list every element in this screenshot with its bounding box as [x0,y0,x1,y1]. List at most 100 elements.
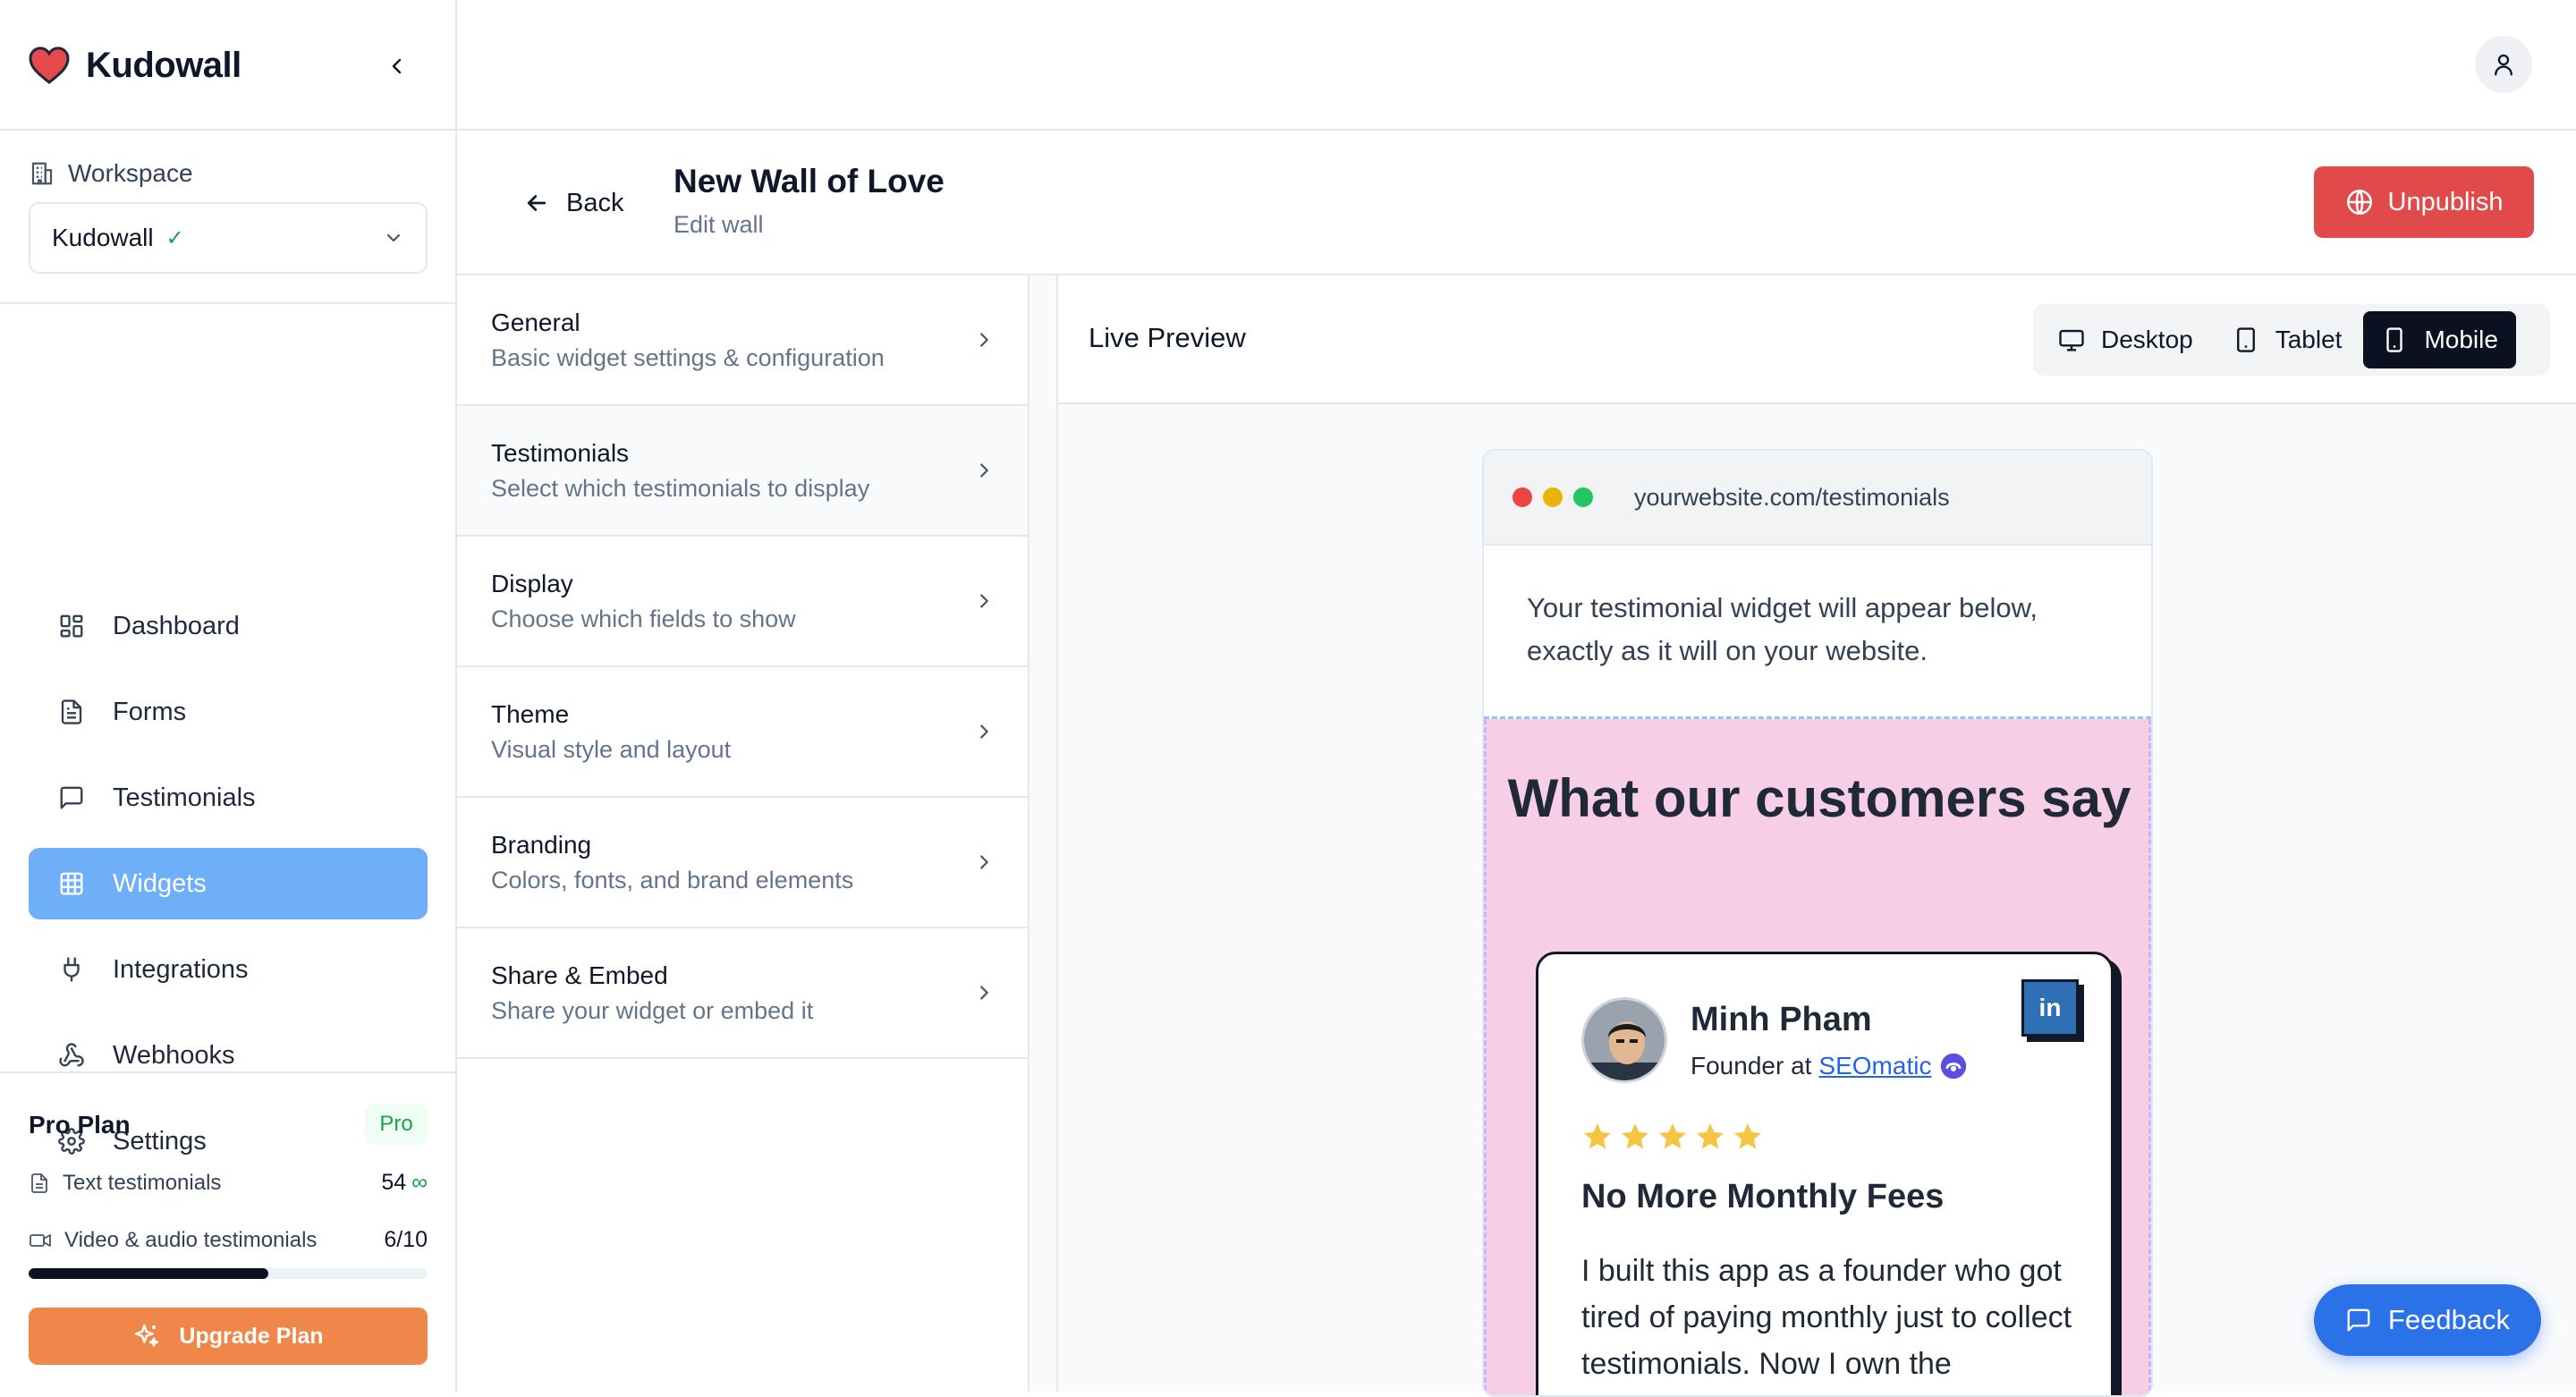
page-title: New Wall of Love [674,163,945,199]
settings-item-general[interactable]: General Basic widget settings & configura… [457,275,1028,406]
settings-item-title: Testimonials [491,438,630,467]
chevron-right-icon [974,591,994,611]
file-text-icon [29,1173,50,1194]
preview-note: Your testimonial widget will appear belo… [1484,546,2151,719]
company-logo-icon [1938,1051,1969,1081]
sidebar: Kudowall Workspace Kudowall ✓ Dashboard [0,0,457,1392]
plan-badge: Pro [365,1104,428,1145]
settings-item-title: Theme [491,699,570,728]
testimonial-body: I built this app as a founder who got ti… [1581,1254,2072,1381]
plug-icon [57,955,86,984]
chevron-down-icon [383,227,404,249]
star-icon [1697,1123,1724,1149]
chevron-right-icon [974,722,994,741]
star-icon [1734,1123,1761,1149]
upgrade-plan-button[interactable]: Upgrade Plan [29,1308,428,1365]
window-maximize-dot [1573,487,1593,507]
video-usage-progress-fill [29,1268,268,1279]
plan-title: Pro Plan [29,1111,131,1139]
live-preview-header: Live Preview Desktop Tablet Mobile [1058,275,2576,404]
usage-video-value: 6/10 [384,1227,428,1252]
linkedin-icon[interactable]: in [2021,979,2079,1037]
heart-logo-icon [29,47,70,84]
video-icon [29,1230,52,1251]
chevron-right-icon [974,983,994,1003]
chevron-right-icon [974,461,994,480]
monitor-icon [2058,326,2085,353]
settings-item-share-embed[interactable]: Share & Embed Share your widget or embed … [457,928,1028,1059]
settings-item-description: Share your widget or embed it [491,996,814,1024]
smartphone-icon [2381,326,2408,353]
device-mobile-button[interactable]: Mobile [2363,311,2516,368]
settings-item-description: Colors, fonts, and brand elements [491,866,854,893]
message-square-icon [57,783,86,812]
page-subtitle: Edit wall [674,211,764,238]
workspace-label: Workspace [29,159,193,188]
verified-check-icon: ✓ [165,225,184,250]
arrow-left-icon [523,190,550,216]
building-icon [29,160,55,187]
author-role: Founder at SEOmatic [1690,1051,1969,1081]
nav-item-forms[interactable]: Forms [29,676,428,748]
star-icon [1622,1123,1648,1149]
avatar [1581,997,1667,1083]
settings-item-theme[interactable]: Theme Visual style and layout [457,667,1028,798]
top-bar [457,0,2576,131]
testimonial-widget: What our customers say Minh Pham Founder [1484,719,2151,1395]
widget-title: What our customers say [1507,768,2131,828]
user-menu-button[interactable] [2475,36,2532,93]
testimonial-headline: No More Monthly Fees [1581,1178,1945,1215]
settings-item-title: Display [491,569,573,597]
company-link[interactable]: SEOmatic [1818,1052,1931,1080]
device-desktop-button[interactable]: Desktop [2040,311,2211,368]
brand[interactable]: Kudowall [29,39,242,91]
settings-item-title: Share & Embed [491,961,668,989]
globe-icon [2345,188,2374,216]
file-text-icon [57,698,86,726]
settings-item-testimonials[interactable]: Testimonials Select which testimonials to… [457,406,1028,537]
window-minimize-dot [1543,487,1563,507]
usage-text-testimonials: Text testimonials 54 ∞ [29,1170,428,1196]
chevron-right-icon [974,852,994,872]
usage-video-testimonials: Video & audio testimonials 6/10 [29,1227,428,1253]
window-close-dot [1513,487,1532,507]
nav-item-integrations[interactable]: Integrations [29,934,428,1005]
nav-item-widgets[interactable]: Widgets [29,848,428,919]
unpublish-button[interactable]: Unpublish [2314,166,2534,238]
star-icon [1584,1123,1611,1149]
settings-item-description: Basic widget settings & configuration [491,343,885,371]
brand-name: Kudowall [86,45,242,85]
chevron-left-icon [386,55,408,77]
settings-item-display[interactable]: Display Choose which fields to show [457,537,1028,667]
nav-item-testimonials[interactable]: Testimonials [29,762,428,834]
settings-item-title: General [491,308,580,336]
chevron-right-icon [974,330,994,350]
nav-item-dashboard[interactable]: Dashboard [29,590,428,662]
live-preview-panel: Live Preview Desktop Tablet Mobile yourw… [1058,275,2576,1397]
author-name: Minh Pham [1690,1001,1872,1038]
device-tablet-button[interactable]: Tablet [2215,311,2360,368]
tablet-icon [2233,326,2259,353]
usage-text-value: 54 ∞ [381,1170,428,1195]
collapse-sidebar-button[interactable] [376,45,419,88]
webhook-icon [57,1041,86,1070]
panel-gutter [1030,275,1058,1392]
sidebar-divider [0,129,455,131]
testimonial-card: Minh Pham Founder at SEOmatic in No More… [1536,952,2114,1395]
grid-table-icon [57,869,86,898]
back-button[interactable]: Back [523,181,623,225]
star-icon [1659,1123,1686,1149]
mock-browser-window: yourwebsite.com/testimonials Your testim… [1482,449,2153,1397]
settings-item-title: Branding [491,830,592,859]
live-preview-title: Live Preview [1089,322,1246,353]
mock-browser-bar: yourwebsite.com/testimonials [1484,451,2151,546]
rating-stars [1581,1121,1764,1153]
widget-settings-list: General Basic widget settings & configura… [457,275,1030,1392]
sparkles-icon [132,1322,161,1350]
settings-item-description: Choose which fields to show [491,605,796,632]
settings-item-branding[interactable]: Branding Colors, fonts, and brand element… [457,798,1028,928]
feedback-button[interactable]: Feedback [2314,1284,2541,1356]
settings-item-description: Select which testimonials to display [491,474,870,502]
workspace-select[interactable]: Kudowall ✓ [29,202,428,274]
plan-panel: Pro Plan Pro Text testimonials 54 ∞ Video… [0,1071,455,1392]
